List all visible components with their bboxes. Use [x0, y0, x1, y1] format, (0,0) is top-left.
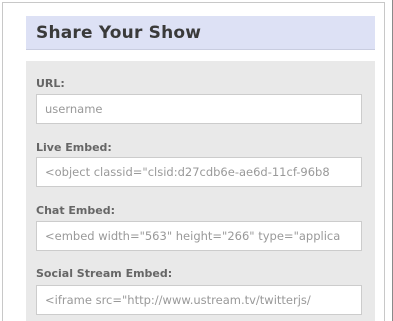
- url-field[interactable]: username: [36, 94, 362, 124]
- social-stream-embed-field[interactable]: <iframe src="http://www.ustream.tv/twitt…: [36, 285, 362, 315]
- share-show-panel: Share Your Show URL: username Live Embed…: [26, 16, 375, 321]
- url-label: URL:: [36, 77, 65, 90]
- panel-header: Share Your Show: [26, 16, 375, 50]
- panel-body: URL: username Live Embed: <object classi…: [26, 61, 375, 321]
- live-embed-label: Live Embed:: [36, 141, 112, 154]
- panel-title: Share Your Show: [36, 22, 202, 43]
- chat-embed-field[interactable]: <embed width="563" height="266" type="ap…: [36, 221, 362, 251]
- chat-embed-label: Chat Embed:: [36, 204, 115, 217]
- live-embed-field[interactable]: <object classid="clsid:d27cdb6e-ae6d-11c…: [36, 157, 362, 187]
- social-stream-embed-label: Social Stream Embed:: [36, 267, 173, 280]
